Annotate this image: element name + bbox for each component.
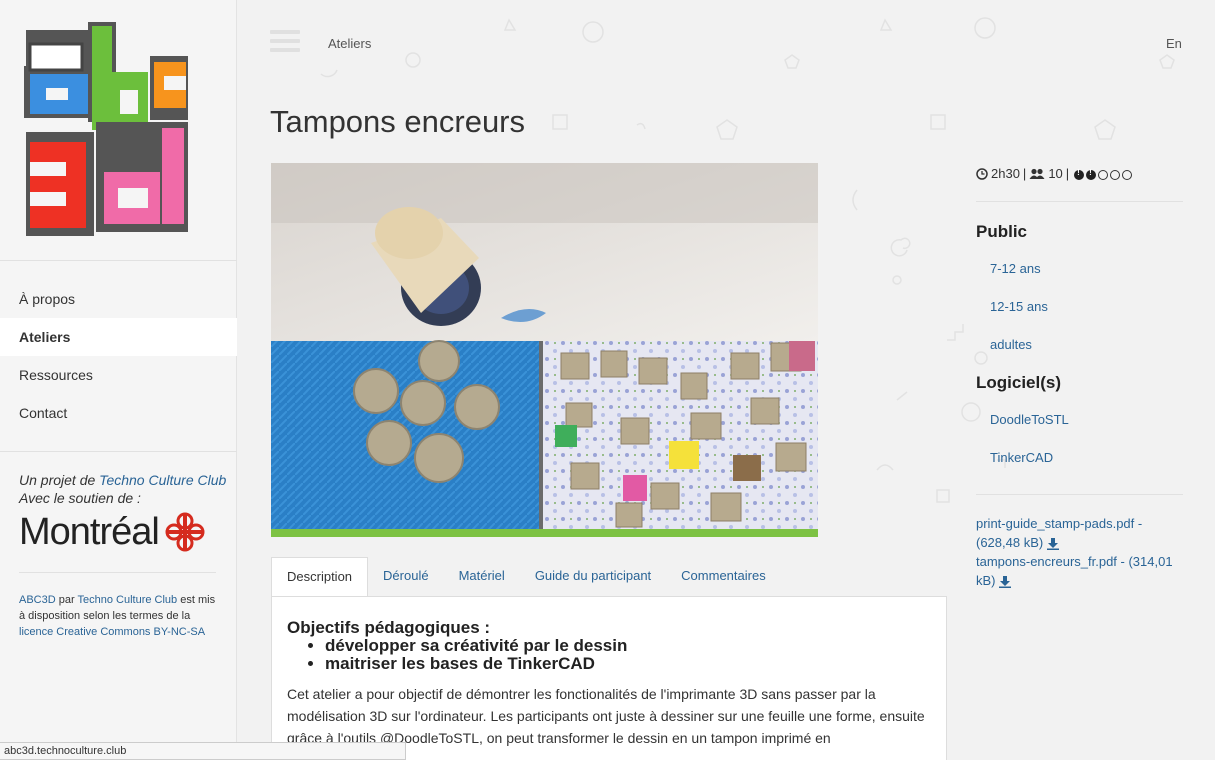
download-link[interactable]: print-guide_stamp-pads.pdf - (628,48 kB) xyxy=(976,516,1142,550)
workshop-photo xyxy=(271,163,818,537)
right-divider xyxy=(976,494,1183,495)
duration: 2h30 xyxy=(991,166,1020,181)
tab-guide-participant[interactable]: Guide du participant xyxy=(520,557,666,597)
difficulty-rating xyxy=(1072,166,1133,181)
meta-separator: | xyxy=(1022,166,1027,181)
public-link[interactable]: 7-12 ans xyxy=(990,261,1041,276)
software-link[interactable]: DoodleToSTL xyxy=(990,412,1069,427)
difficulty-dot-empty-icon xyxy=(1110,169,1121,180)
workshop-meta: 2h30 | 10 | xyxy=(976,166,1133,181)
sidebar: À propos Ateliers Ressources Contact Un … xyxy=(0,0,237,760)
difficulty-dot-empty-icon xyxy=(1122,169,1133,180)
participants: 10 xyxy=(1048,166,1063,181)
download-link[interactable]: tampons-encreurs_fr.pdf - (314,01 kB) xyxy=(976,554,1173,588)
license-text: ABC3D par Techno Culture Club est mis à … xyxy=(19,592,224,640)
download-label: print-guide_stamp-pads.pdf - (628,48 kB) xyxy=(976,516,1143,550)
right-divider xyxy=(976,201,1183,202)
objective-item: maitriser les bases de TinkerCAD xyxy=(325,655,931,673)
techno-culture-club-link[interactable]: Techno Culture Club xyxy=(99,472,226,488)
abc3d-logo[interactable] xyxy=(22,22,190,240)
clock-icon xyxy=(976,167,988,180)
nav-item-ateliers[interactable]: Ateliers xyxy=(0,318,237,356)
difficulty-dot-filled-icon xyxy=(1086,168,1097,180)
montreal-logo[interactable]: Montréal xyxy=(19,510,207,554)
montreal-wordmark: Montréal xyxy=(19,510,160,553)
status-bar-url: abc3d.technoculture.club xyxy=(0,742,406,760)
main-nav: À propos Ateliers Ressources Contact xyxy=(0,280,237,432)
creative-commons-link[interactable]: licence Creative Commons BY-NC-SA xyxy=(19,626,205,638)
software-heading: Logiciel(s) xyxy=(976,373,1062,392)
objectives-title: Objectifs pédagogiques : xyxy=(287,618,491,637)
description-text: Cet atelier a pour objectif de démontrer… xyxy=(287,686,925,746)
support-text: Avec le soutien de : xyxy=(19,490,141,506)
language-switch[interactable]: En xyxy=(1166,36,1182,51)
objective-item: développer sa créativité par le dessin xyxy=(325,637,931,655)
breadcrumb[interactable]: Ateliers xyxy=(328,36,371,51)
project-prefix: Un projet de xyxy=(19,472,100,488)
users-icon xyxy=(1029,168,1045,179)
page-title: Tampons encreurs xyxy=(270,104,526,139)
download-icon xyxy=(999,575,1012,588)
tab-description[interactable]: Description xyxy=(271,557,369,597)
sidebar-divider xyxy=(0,260,237,261)
license-tcc-link[interactable]: Techno Culture Club xyxy=(78,594,178,606)
project-credit: Un projet de Techno Culture Club Avec le… xyxy=(19,471,226,507)
download-icon xyxy=(1046,537,1059,550)
sidebar-divider xyxy=(0,451,237,452)
tab-commentaires[interactable]: Commentaires xyxy=(666,557,781,597)
difficulty-dot-filled-icon xyxy=(1074,168,1085,180)
nav-item-ressources[interactable]: Ressources xyxy=(0,356,237,394)
public-link[interactable]: 12-15 ans xyxy=(990,299,1048,314)
montreal-rosette-icon xyxy=(165,512,205,552)
public-heading: Public xyxy=(976,222,1028,241)
tab-bar: Description Déroulé Matériel Guide du pa… xyxy=(271,557,781,597)
objectives-list: développer sa créativité par le dessin m… xyxy=(325,637,931,673)
abc3d-link[interactable]: ABC3D xyxy=(19,594,56,606)
meta-separator: | xyxy=(1065,166,1070,181)
description-panel: Objectifs pédagogiques : développer sa c… xyxy=(271,596,947,760)
downloads-list: print-guide_stamp-pads.pdf - (628,48 kB)… xyxy=(976,514,1186,590)
hamburger-menu-icon[interactable] xyxy=(270,30,300,56)
tab-materiel[interactable]: Matériel xyxy=(444,557,520,597)
nav-item-contact[interactable]: Contact xyxy=(0,394,237,432)
sidebar-divider xyxy=(19,572,216,573)
software-link[interactable]: TinkerCAD xyxy=(990,450,1053,465)
license-par: par xyxy=(55,594,78,606)
difficulty-dot-empty-icon xyxy=(1098,169,1109,180)
tab-deroule[interactable]: Déroulé xyxy=(368,557,444,597)
nav-item-a-propos[interactable]: À propos xyxy=(0,280,237,318)
public-link[interactable]: adultes xyxy=(990,337,1032,352)
